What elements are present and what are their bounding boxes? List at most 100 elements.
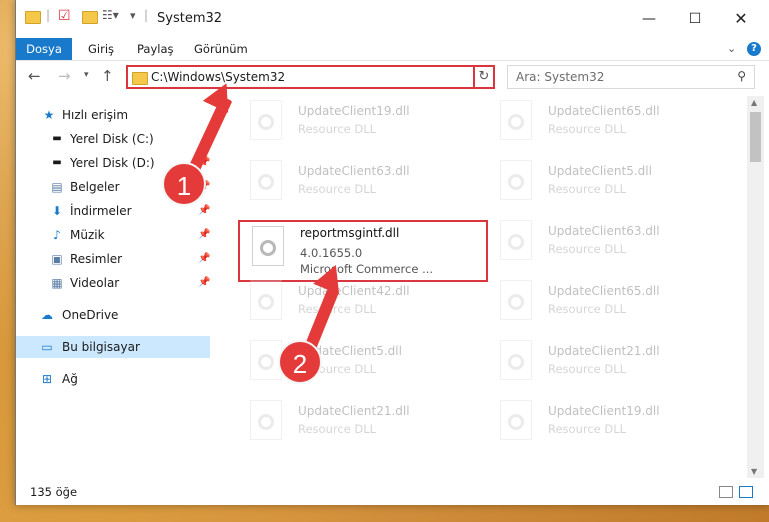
file-type: Resource DLL: [298, 302, 377, 316]
sidebar-item-onedrive[interactable]: ☁ OneDrive: [16, 304, 210, 326]
file-type: Resource DLL: [548, 122, 627, 136]
dll-file-icon: [250, 100, 282, 140]
new-folder-icon[interactable]: [82, 11, 98, 24]
search-input[interactable]: Ara: System32 ⚲: [507, 65, 755, 89]
file-type: Resource DLL: [548, 422, 627, 436]
file-name: UpdateClient63.dll: [298, 164, 410, 178]
sidebar-item-label: Belgeler: [70, 180, 120, 194]
details-view-icon[interactable]: [719, 486, 733, 498]
navigation-pane: ★ Hızlı erişim ▬ Yerel Disk (C:) ▬ Yerel…: [16, 96, 212, 476]
file-type: Resource DLL: [548, 182, 627, 196]
folder-icon: [25, 11, 41, 24]
file-type: Resource DLL: [548, 302, 627, 316]
minimize-button[interactable]: —: [626, 4, 672, 34]
up-arrow-icon[interactable]: ↑: [101, 67, 114, 85]
tab-view[interactable]: Görünüm: [194, 38, 248, 60]
separator: |: [46, 8, 51, 22]
address-bar[interactable]: C:\Windows\System32 ⌄: [126, 65, 494, 89]
folder-icon: [132, 72, 148, 85]
large-icons-view-icon[interactable]: [739, 486, 753, 498]
file-item[interactable]: UpdateClient65.dll Resource DLL: [486, 96, 726, 154]
dll-file-icon: [500, 280, 532, 320]
file-type: Resource DLL: [298, 122, 377, 136]
dll-file-icon: [500, 400, 532, 440]
dll-file-icon: [500, 100, 532, 140]
step-badge-1: 1: [162, 162, 206, 206]
chevron-down-icon[interactable]: ▾: [130, 9, 136, 22]
sidebar-item-videos[interactable]: ▦ Videolar 📌: [16, 272, 210, 294]
search-placeholder: Ara: System32: [516, 70, 605, 84]
music-icon: ♪: [53, 228, 61, 242]
file-name: UpdateClient65.dll: [548, 104, 660, 118]
vertical-scrollbar[interactable]: ▲ ▼: [747, 96, 764, 478]
file-item[interactable]: UpdateClient19.dll Resource DLL: [236, 96, 476, 154]
scroll-down-icon[interactable]: ▼: [751, 467, 757, 476]
recent-locations-icon[interactable]: ▾: [84, 70, 89, 80]
tab-home[interactable]: Giriş: [88, 38, 114, 60]
search-icon: ⚲: [737, 69, 746, 83]
documents-icon: ▤: [51, 180, 63, 194]
back-arrow-icon[interactable]: ←: [28, 67, 41, 85]
sidebar-item-local-disk-c[interactable]: ▬ Yerel Disk (C:): [16, 128, 210, 150]
file-type: Resource DLL: [298, 422, 377, 436]
properties-icon[interactable]: ☑: [58, 8, 71, 24]
sidebar-item-network[interactable]: ⊞ Ağ: [16, 368, 210, 390]
maximize-button[interactable]: ☐: [672, 4, 718, 34]
sidebar-item-label: Bu bilgisayar: [62, 340, 140, 354]
pin-icon[interactable]: 📌: [198, 224, 210, 246]
pin-icon[interactable]: 📌: [198, 200, 210, 222]
file-item[interactable]: UpdateClient42.dll Resource DLL: [236, 276, 476, 334]
file-item[interactable]: UpdateClient63.dll Resource DLL: [486, 216, 726, 274]
forward-arrow-icon[interactable]: →: [58, 67, 71, 85]
step-badge-2: 2: [278, 340, 322, 384]
close-button[interactable]: ✕: [718, 4, 764, 34]
dll-file-icon: [250, 160, 282, 200]
cloud-icon: ☁: [41, 308, 53, 322]
pin-icon[interactable]: 📌: [198, 248, 210, 270]
file-item[interactable]: UpdateClient63.dll Resource DLL: [236, 156, 476, 214]
sidebar-item-music[interactable]: ♪ Müzik 📌: [16, 224, 210, 246]
file-item[interactable]: UpdateClient5.dll Resource DLL: [486, 156, 726, 214]
sidebar-item-quick-access[interactable]: ★ Hızlı erişim: [16, 104, 210, 126]
sidebar-item-label: Müzik: [70, 228, 105, 242]
pictures-icon: ▣: [51, 252, 63, 266]
file-name: UpdateClient63.dll: [548, 224, 660, 238]
file-item-selected[interactable]: reportmsgintf.dll 4.0.1655.0 Microsoft C…: [238, 220, 488, 282]
computer-icon: ▭: [41, 340, 53, 354]
file-item[interactable]: UpdateClient21.dll Resource DLL: [236, 396, 476, 454]
refresh-button[interactable]: ↻: [473, 65, 495, 89]
sidebar-item-label: Resimler: [70, 252, 123, 266]
customize-toolbar-icon[interactable]: ☷▾: [102, 8, 119, 22]
scroll-thumb[interactable]: [750, 112, 761, 162]
sidebar-item-label: Hızlı erişim: [62, 108, 129, 122]
star-icon: ★: [43, 108, 55, 122]
dll-file-icon: [250, 280, 282, 320]
file-type: Resource DLL: [298, 182, 377, 196]
sidebar-item-this-pc[interactable]: ▭ Bu bilgisayar: [16, 336, 210, 358]
sidebar-item-pictures[interactable]: ▣ Resimler 📌: [16, 248, 210, 270]
file-name: UpdateClient19.dll: [298, 104, 410, 118]
download-icon: ⬇: [51, 204, 63, 218]
item-count: 135 öğe: [30, 485, 78, 499]
file-item[interactable]: UpdateClient21.dll Resource DLL: [486, 336, 726, 394]
sidebar-item-label: Videolar: [70, 276, 120, 290]
separator: |: [144, 8, 149, 22]
dll-file-icon: [500, 160, 532, 200]
file-name: UpdateClient21.dll: [298, 404, 410, 418]
sidebar-item-label: Ağ: [62, 372, 78, 386]
file-type: Resource DLL: [548, 242, 627, 256]
scroll-up-icon[interactable]: ▲: [751, 98, 757, 107]
file-item[interactable]: UpdateClient65.dll Resource DLL: [486, 276, 726, 334]
help-icon[interactable]: ?: [747, 42, 761, 56]
expand-ribbon-icon[interactable]: ⌄: [727, 42, 736, 55]
pin-icon[interactable]: 📌: [198, 272, 210, 294]
file-item[interactable]: UpdateClient19.dll Resource DLL: [486, 396, 726, 454]
file-name: UpdateClient21.dll: [548, 344, 660, 358]
dll-file-icon: [250, 400, 282, 440]
sidebar-item-label: Yerel Disk (C:): [70, 132, 154, 146]
tab-file[interactable]: Dosya: [16, 38, 72, 60]
videos-icon: ▦: [51, 276, 63, 290]
tab-share[interactable]: Paylaş: [137, 38, 174, 60]
file-item[interactable]: UpdateClient5.dll Resource DLL: [236, 336, 476, 394]
drive-icon: ▬: [52, 133, 62, 144]
